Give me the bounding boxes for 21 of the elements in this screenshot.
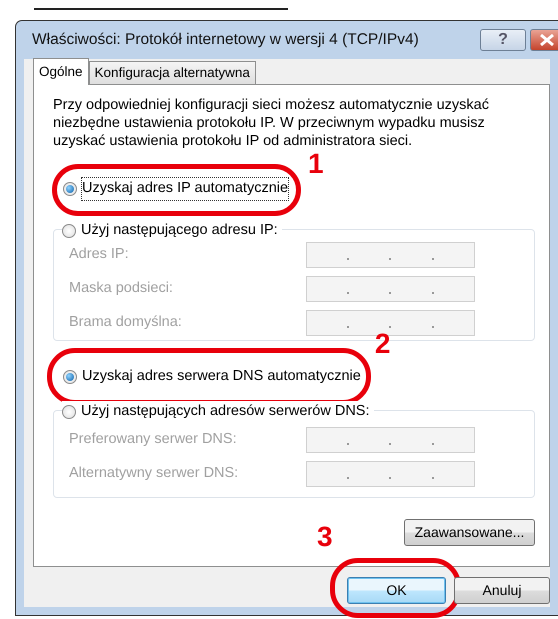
close-button[interactable] bbox=[530, 29, 558, 51]
field-label: Preferowany serwer DNS: bbox=[69, 430, 238, 450]
field-label: Maska podsieci: bbox=[69, 278, 174, 298]
close-icon bbox=[538, 34, 556, 46]
dialog-button[interactable]: Anuluj bbox=[454, 577, 550, 604]
window-title: Właściwości: Protokół internetowy w wersji 4 (TCP/IPv4) bbox=[32, 30, 419, 50]
radio-option[interactable]: Uzyskaj adres IP automatycznie bbox=[63, 178, 288, 200]
dialog-button[interactable]: OK bbox=[347, 577, 446, 604]
field-label: Adres IP: bbox=[69, 244, 130, 264]
annotation-number: 2 bbox=[374, 330, 390, 358]
field-label: Brama domyślna: bbox=[69, 312, 183, 332]
annotation-number: 3 bbox=[317, 523, 333, 551]
description-text: Przy odpowiedniej konfiguracji sieci możesz automatycznie uzyskać niezbędne ustawienia protokołu IP. W przeciwnym wypadku musisz uzyskać ustawienia protokołu IP od administratora sieci. bbox=[53, 96, 490, 150]
radio-option[interactable]: Uzyskaj adres serwera DNS automatycznie bbox=[63, 366, 361, 388]
tab[interactable]: Konfiguracja alternatywna bbox=[88, 61, 256, 84]
field-label: Alternatywny serwer DNS: bbox=[69, 464, 240, 484]
tab[interactable]: Ogólne bbox=[33, 58, 89, 85]
radio-option[interactable]: Użyj następującego adresu IP: bbox=[62, 220, 278, 242]
annotation-number: 1 bbox=[308, 150, 324, 178]
help-button[interactable]: ? bbox=[480, 29, 526, 51]
advanced-button[interactable]: Zaawansowane... bbox=[404, 519, 535, 546]
